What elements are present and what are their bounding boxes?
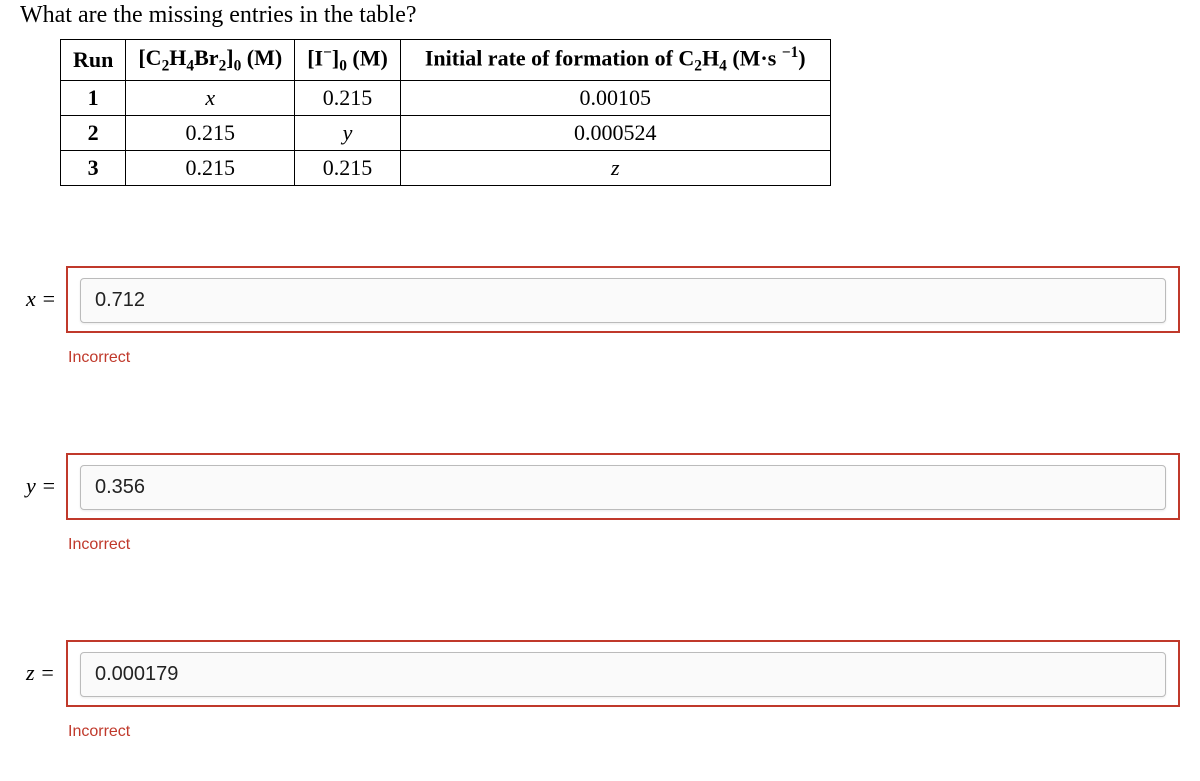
rate-cell: z — [400, 150, 830, 185]
question-text: What are the missing entries in the tabl… — [20, 0, 1180, 29]
i-cell: y — [295, 115, 401, 150]
col-rate: Initial rate of formation of C2H4 (M·s −… — [400, 40, 830, 81]
answer-row-z: z = — [20, 640, 1180, 707]
i-cell: 0.215 — [295, 80, 401, 115]
table-row: 3 0.215 0.215 z — [61, 150, 831, 185]
col-c2h4br2: [C2H4Br2]0 (M) — [126, 40, 295, 81]
answer-box-y — [66, 453, 1180, 520]
run-cell: 3 — [61, 150, 126, 185]
c-cell: x — [126, 80, 295, 115]
answer-label-y: y = — [20, 473, 66, 499]
answer-box-z — [66, 640, 1180, 707]
answer-input-z[interactable] — [80, 652, 1166, 697]
c-cell: 0.215 — [126, 150, 295, 185]
rate-cell: 0.000524 — [400, 115, 830, 150]
run-cell: 1 — [61, 80, 126, 115]
feedback-z: Incorrect — [68, 723, 1180, 741]
feedback-x: Incorrect — [68, 349, 1180, 367]
data-table: Run [C2H4Br2]0 (M) [I−]0 (M) Initial rat… — [60, 39, 831, 186]
answer-row-x: x = — [20, 266, 1180, 333]
col-iodide: [I−]0 (M) — [295, 40, 401, 81]
col-run: Run — [61, 40, 126, 81]
table-header-row: Run [C2H4Br2]0 (M) [I−]0 (M) Initial rat… — [61, 40, 831, 81]
answer-row-y: y = — [20, 453, 1180, 520]
answer-box-x — [66, 266, 1180, 333]
rate-cell: 0.00105 — [400, 80, 830, 115]
table-row: 1 x 0.215 0.00105 — [61, 80, 831, 115]
i-cell: 0.215 — [295, 150, 401, 185]
answer-input-y[interactable] — [80, 465, 1166, 510]
answer-label-z: z = — [20, 660, 66, 686]
answer-input-x[interactable] — [80, 278, 1166, 323]
feedback-y: Incorrect — [68, 536, 1180, 554]
c-cell: 0.215 — [126, 115, 295, 150]
run-cell: 2 — [61, 115, 126, 150]
answer-label-x: x = — [20, 286, 66, 312]
table-row: 2 0.215 y 0.000524 — [61, 115, 831, 150]
